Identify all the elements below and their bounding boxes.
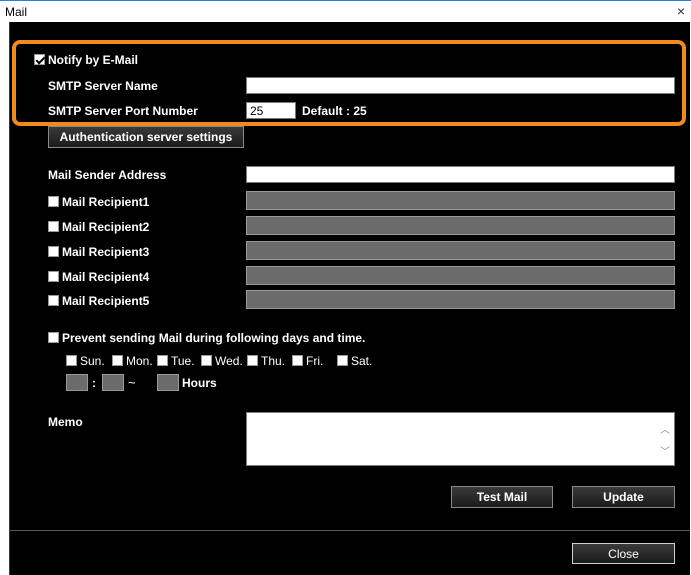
day-tue-label: Tue. bbox=[171, 354, 195, 368]
day-wed-label: Wed. bbox=[215, 354, 243, 368]
memo-textarea[interactable]: ︿ ﹀ bbox=[246, 412, 675, 466]
recipient1-checkbox[interactable] bbox=[48, 196, 59, 207]
recipient1-input[interactable] bbox=[246, 191, 675, 210]
title-bar: Mail × bbox=[0, 0, 691, 22]
test-mail-button[interactable]: Test Mail bbox=[451, 486, 553, 508]
prevent-sending-label: Prevent sending Mail during following da… bbox=[62, 331, 366, 345]
day-mon-checkbox[interactable] bbox=[112, 355, 123, 366]
window-title: Mail bbox=[5, 5, 28, 19]
day-sat-checkbox[interactable] bbox=[337, 355, 348, 366]
day-thu-checkbox[interactable] bbox=[247, 355, 258, 366]
close-button[interactable]: Close bbox=[572, 543, 675, 564]
scroll-up-icon[interactable]: ︿ bbox=[660, 421, 670, 436]
day-fri-checkbox[interactable] bbox=[292, 355, 303, 366]
day-wed-checkbox[interactable] bbox=[201, 355, 212, 366]
close-icon[interactable]: × bbox=[677, 3, 685, 19]
recipient2-label: Mail Recipient2 bbox=[62, 220, 150, 234]
day-sat-label: Sat. bbox=[351, 354, 373, 368]
recipient5-label: Mail Recipient5 bbox=[62, 294, 150, 308]
prevent-sending-checkbox[interactable] bbox=[48, 332, 59, 343]
scroll-down-icon[interactable]: ﹀ bbox=[660, 443, 670, 458]
highlight-box bbox=[12, 40, 686, 126]
memo-scrollbar[interactable]: ︿ ﹀ bbox=[657, 413, 674, 465]
recipient4-input[interactable] bbox=[246, 266, 675, 285]
recipient3-checkbox[interactable] bbox=[48, 246, 59, 257]
authentication-settings-button[interactable]: Authentication server settings bbox=[48, 126, 244, 148]
time-colon: : bbox=[92, 376, 96, 390]
divider bbox=[10, 530, 690, 531]
start-minute-input[interactable] bbox=[102, 374, 124, 391]
time-range-tilde: ~ bbox=[128, 375, 136, 390]
day-thu-label: Thu. bbox=[261, 354, 286, 368]
day-tue-checkbox[interactable] bbox=[157, 355, 168, 366]
day-sun-label: Sun. bbox=[80, 354, 105, 368]
recipient3-label: Mail Recipient3 bbox=[62, 245, 150, 259]
recipient5-checkbox[interactable] bbox=[48, 295, 59, 306]
update-button[interactable]: Update bbox=[572, 486, 675, 508]
hours-input[interactable] bbox=[157, 374, 179, 391]
day-sun-checkbox[interactable] bbox=[66, 355, 77, 366]
recipient2-input[interactable] bbox=[246, 216, 675, 235]
day-mon-label: Mon. bbox=[126, 354, 153, 368]
sender-address-input[interactable] bbox=[246, 166, 675, 183]
recipient1-label: Mail Recipient1 bbox=[62, 195, 150, 209]
memo-label: Memo bbox=[48, 415, 83, 429]
start-hour-input[interactable] bbox=[66, 374, 88, 391]
recipient4-label: Mail Recipient4 bbox=[62, 270, 150, 284]
recipient3-input[interactable] bbox=[246, 241, 675, 260]
sender-address-label: Mail Sender Address bbox=[48, 168, 167, 182]
day-fri-label: Fri. bbox=[306, 354, 324, 368]
recipient4-checkbox[interactable] bbox=[48, 271, 59, 282]
recipient2-checkbox[interactable] bbox=[48, 221, 59, 232]
hours-label: Hours bbox=[182, 376, 217, 390]
recipient5-input[interactable] bbox=[246, 290, 675, 309]
